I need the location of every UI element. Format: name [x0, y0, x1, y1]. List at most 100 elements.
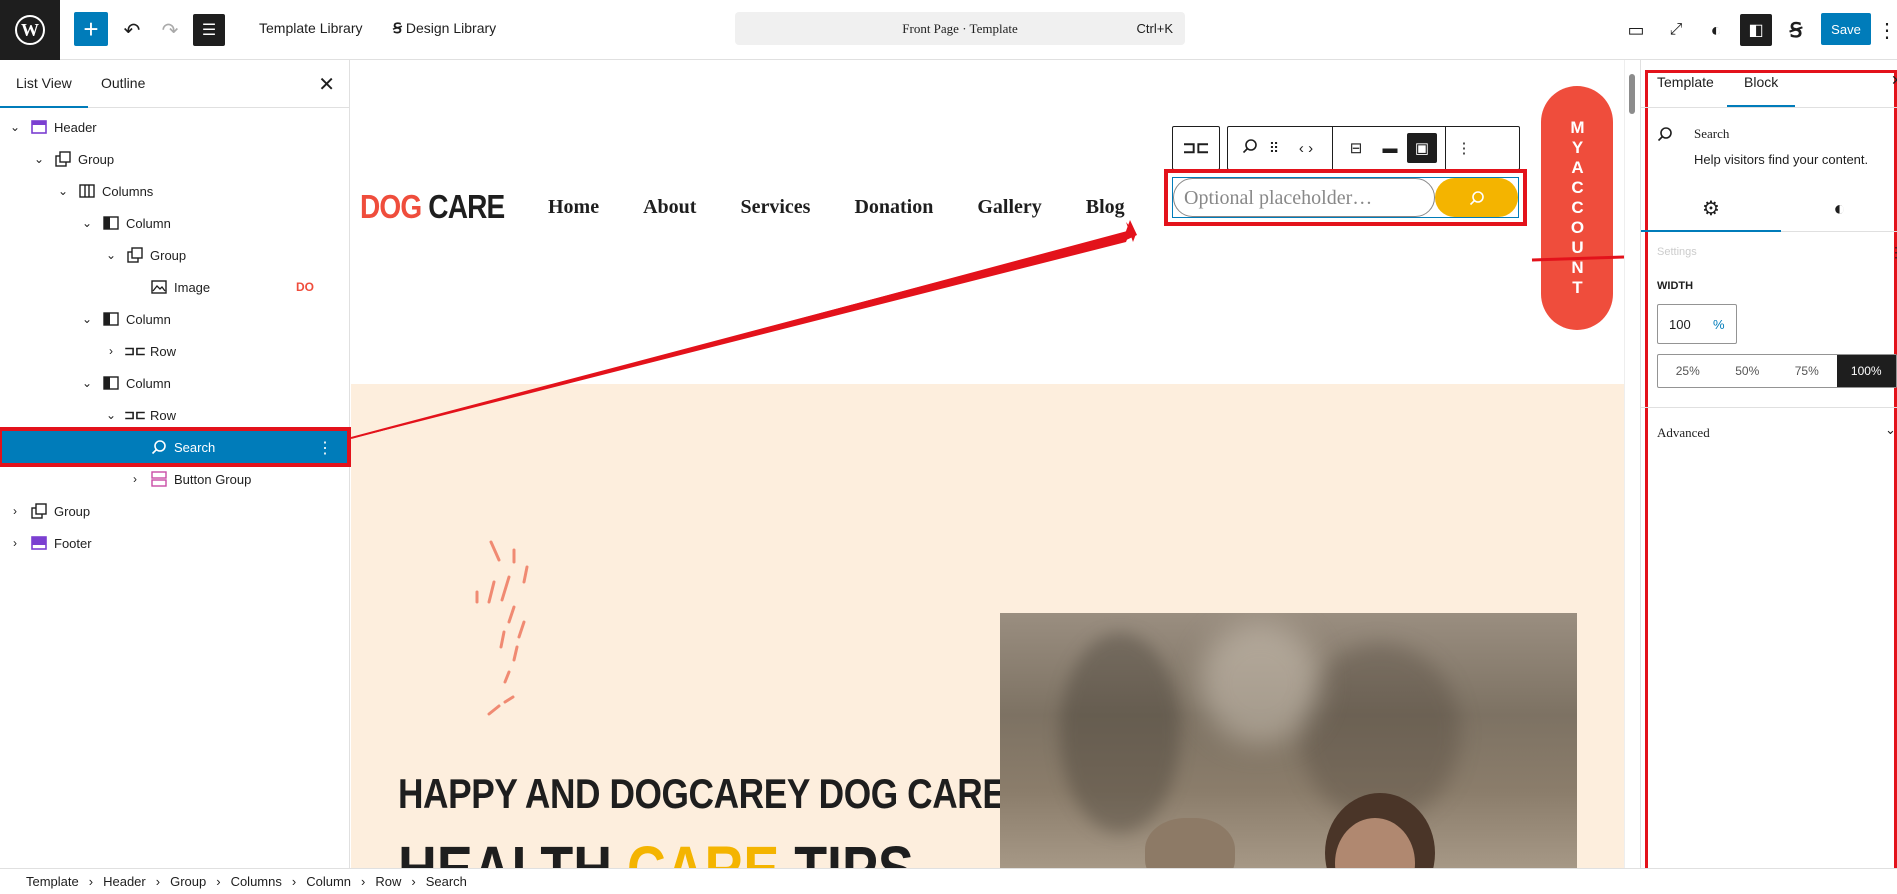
tab-settings[interactable]: ⚙ — [1641, 186, 1781, 232]
nav-gallery[interactable]: Gallery — [977, 196, 1041, 219]
search-block-icon[interactable] — [1238, 138, 1262, 158]
tree-item-label: Column — [126, 311, 171, 327]
hero-image[interactable] — [1000, 613, 1577, 868]
nav-about[interactable]: About — [643, 196, 696, 219]
chevron-down-icon[interactable]: ⌄ — [80, 312, 94, 326]
width-preset-50[interactable]: 50% — [1718, 355, 1778, 387]
settings-sidebar: Template Block ✕ Search Help visitors fi… — [1640, 60, 1897, 871]
wordpress-logo[interactable]: W — [0, 0, 60, 60]
search-input[interactable]: Optional placeholder… — [1173, 178, 1435, 217]
undo-icon: ↶ — [123, 19, 141, 42]
site-logo[interactable]: DOG CARE — [360, 188, 505, 226]
tab-template[interactable]: Template — [1657, 74, 1714, 90]
move-arrows-icon[interactable]: ‹ › — [1286, 140, 1326, 157]
tree-item-footer[interactable]: › Footer — [0, 527, 350, 559]
breadcrumb-column[interactable]: Column — [306, 874, 351, 889]
search-block[interactable]: Optional placeholder… — [1164, 169, 1527, 226]
nav-donation[interactable]: Donation — [854, 196, 933, 219]
undo-button[interactable]: ↶ — [114, 12, 150, 48]
contrast-icon: ◐ — [1710, 19, 1722, 40]
canvas-scrollbar[interactable] — [1624, 60, 1640, 868]
hero-subtitle: HAPPY AND DOGCAREY DOG CARE — [398, 770, 1006, 817]
chevron-down-icon[interactable]: ⌄ — [32, 152, 46, 166]
chevron-down-icon[interactable]: ⌄ — [56, 184, 70, 198]
tree-item-button-group[interactable]: › Button Group — [0, 463, 350, 495]
tree-item-image[interactable]: Image DO — [0, 271, 350, 303]
button-position-icon[interactable]: ▬ — [1373, 140, 1407, 157]
tree-item-header[interactable]: ⌄ Header — [0, 111, 350, 143]
chevron-down-icon[interactable]: ⌄ — [80, 216, 94, 230]
chevron-right-icon[interactable]: › — [8, 504, 22, 518]
tree-item-column[interactable]: ⌄ Column — [0, 367, 350, 399]
group-icon — [126, 247, 144, 263]
search-submit-button[interactable] — [1435, 178, 1518, 217]
close-icon[interactable]: ✕ — [1891, 72, 1897, 89]
tree-item-column[interactable]: ⌄ Column — [0, 303, 350, 335]
drag-handle-icon[interactable]: ⠿ — [1262, 140, 1286, 157]
row-icon[interactable]: ⊐⊏ — [1183, 138, 1210, 158]
tab-outline[interactable]: Outline — [101, 75, 145, 91]
align-icon[interactable]: ⊟ — [1339, 139, 1373, 157]
width-preset-25[interactable]: 25% — [1658, 355, 1718, 387]
nav-services[interactable]: Services — [740, 196, 810, 219]
close-list-view-button[interactable]: ✕ — [318, 72, 335, 97]
my-account-button[interactable]: MYACCOUNT — [1541, 86, 1613, 330]
breadcrumb-separator: › — [88, 874, 94, 889]
nav-blog[interactable]: Blog — [1086, 196, 1125, 219]
chevron-right-icon[interactable]: › — [104, 344, 118, 358]
chevron-down-icon[interactable]: ⌄ — [8, 120, 22, 134]
width-presets: 25% 50% 75% 100% — [1657, 354, 1897, 388]
save-button[interactable]: Save — [1821, 13, 1871, 45]
command-palette-trigger[interactable]: Front Page · Template Ctrl+K — [735, 12, 1185, 45]
button-inside-icon[interactable]: ▣ — [1407, 133, 1437, 163]
chevron-down-icon[interactable]: ⌄ — [104, 408, 118, 422]
settings-sidebar-toggle[interactable]: ◧ — [1740, 14, 1772, 46]
redo-button[interactable]: ↷ — [152, 12, 188, 48]
editor-canvas[interactable]: DOG CARE Home About Services Donation Ga… — [351, 60, 1624, 868]
tab-block[interactable]: Block — [1744, 74, 1778, 90]
tree-item-label: Button Group — [174, 471, 252, 487]
breadcrumb-header[interactable]: Header — [103, 874, 146, 889]
template-library-link[interactable]: Template Library — [259, 20, 363, 36]
more-vertical-icon[interactable]: ⋮ — [1454, 139, 1474, 157]
more-vertical-icon[interactable]: ⋮ — [317, 438, 333, 458]
styles-button[interactable]: ◐ — [1698, 12, 1734, 48]
tree-item-search[interactable]: Search ⋮ — [0, 427, 351, 467]
tree-item-columns[interactable]: ⌄ Columns — [0, 175, 350, 207]
search-icon — [1469, 190, 1484, 205]
more-vertical-icon[interactable]: ⋮ — [1889, 244, 1897, 261]
width-preset-75[interactable]: 75% — [1777, 355, 1837, 387]
width-input[interactable]: 100 % — [1657, 304, 1737, 344]
design-library-link[interactable]: Ꞩ Design Library — [393, 20, 496, 37]
list-view-icon: ☰ — [201, 22, 217, 39]
width-unit[interactable]: % — [1713, 317, 1725, 332]
scrollbar-thumb[interactable] — [1629, 74, 1635, 114]
tab-styles[interactable]: ◐ — [1781, 186, 1897, 232]
tree-item-group[interactable]: ⌄ Group — [0, 239, 350, 271]
preview-device-button[interactable]: ▭ — [1618, 12, 1654, 48]
tree-item-label: Header — [54, 119, 97, 135]
tree-item-row[interactable]: › ⊐⊏ Row — [0, 335, 350, 367]
tree-item-group[interactable]: › Group — [0, 495, 350, 527]
chevron-down-icon[interactable]: ⌄ — [104, 248, 118, 262]
tree-item-column[interactable]: ⌄ Column — [0, 207, 350, 239]
document-overview-button[interactable]: ☰ — [193, 14, 225, 46]
breadcrumb-group[interactable]: Group — [170, 874, 206, 889]
tree-item-row[interactable]: ⌄ ⊐⊏ Row — [0, 399, 350, 431]
design-library-button[interactable]: Ꞩ — [1778, 12, 1814, 48]
breadcrumb-row[interactable]: Row — [375, 874, 401, 889]
breadcrumb-template[interactable]: Template — [26, 874, 79, 889]
chevron-down-icon[interactable]: ⌄ — [80, 376, 94, 390]
chevron-right-icon[interactable]: › — [8, 536, 22, 550]
tab-active-indicator — [1727, 105, 1795, 107]
tab-list-view[interactable]: List View — [0, 75, 88, 108]
breadcrumb-columns[interactable]: Columns — [231, 874, 282, 889]
options-button[interactable]: ⋮ — [1877, 12, 1897, 48]
chevron-right-icon[interactable]: › — [128, 472, 142, 486]
add-block-button[interactable]: + — [74, 12, 108, 46]
tree-item-group[interactable]: ⌄ Group — [0, 143, 350, 175]
nav-home[interactable]: Home — [548, 196, 599, 219]
advanced-panel-toggle[interactable]: Advanced ⌄ — [1641, 407, 1897, 455]
width-preset-100[interactable]: 100% — [1836, 355, 1896, 387]
fullscreen-button[interactable]: ⤢ — [1658, 12, 1694, 48]
